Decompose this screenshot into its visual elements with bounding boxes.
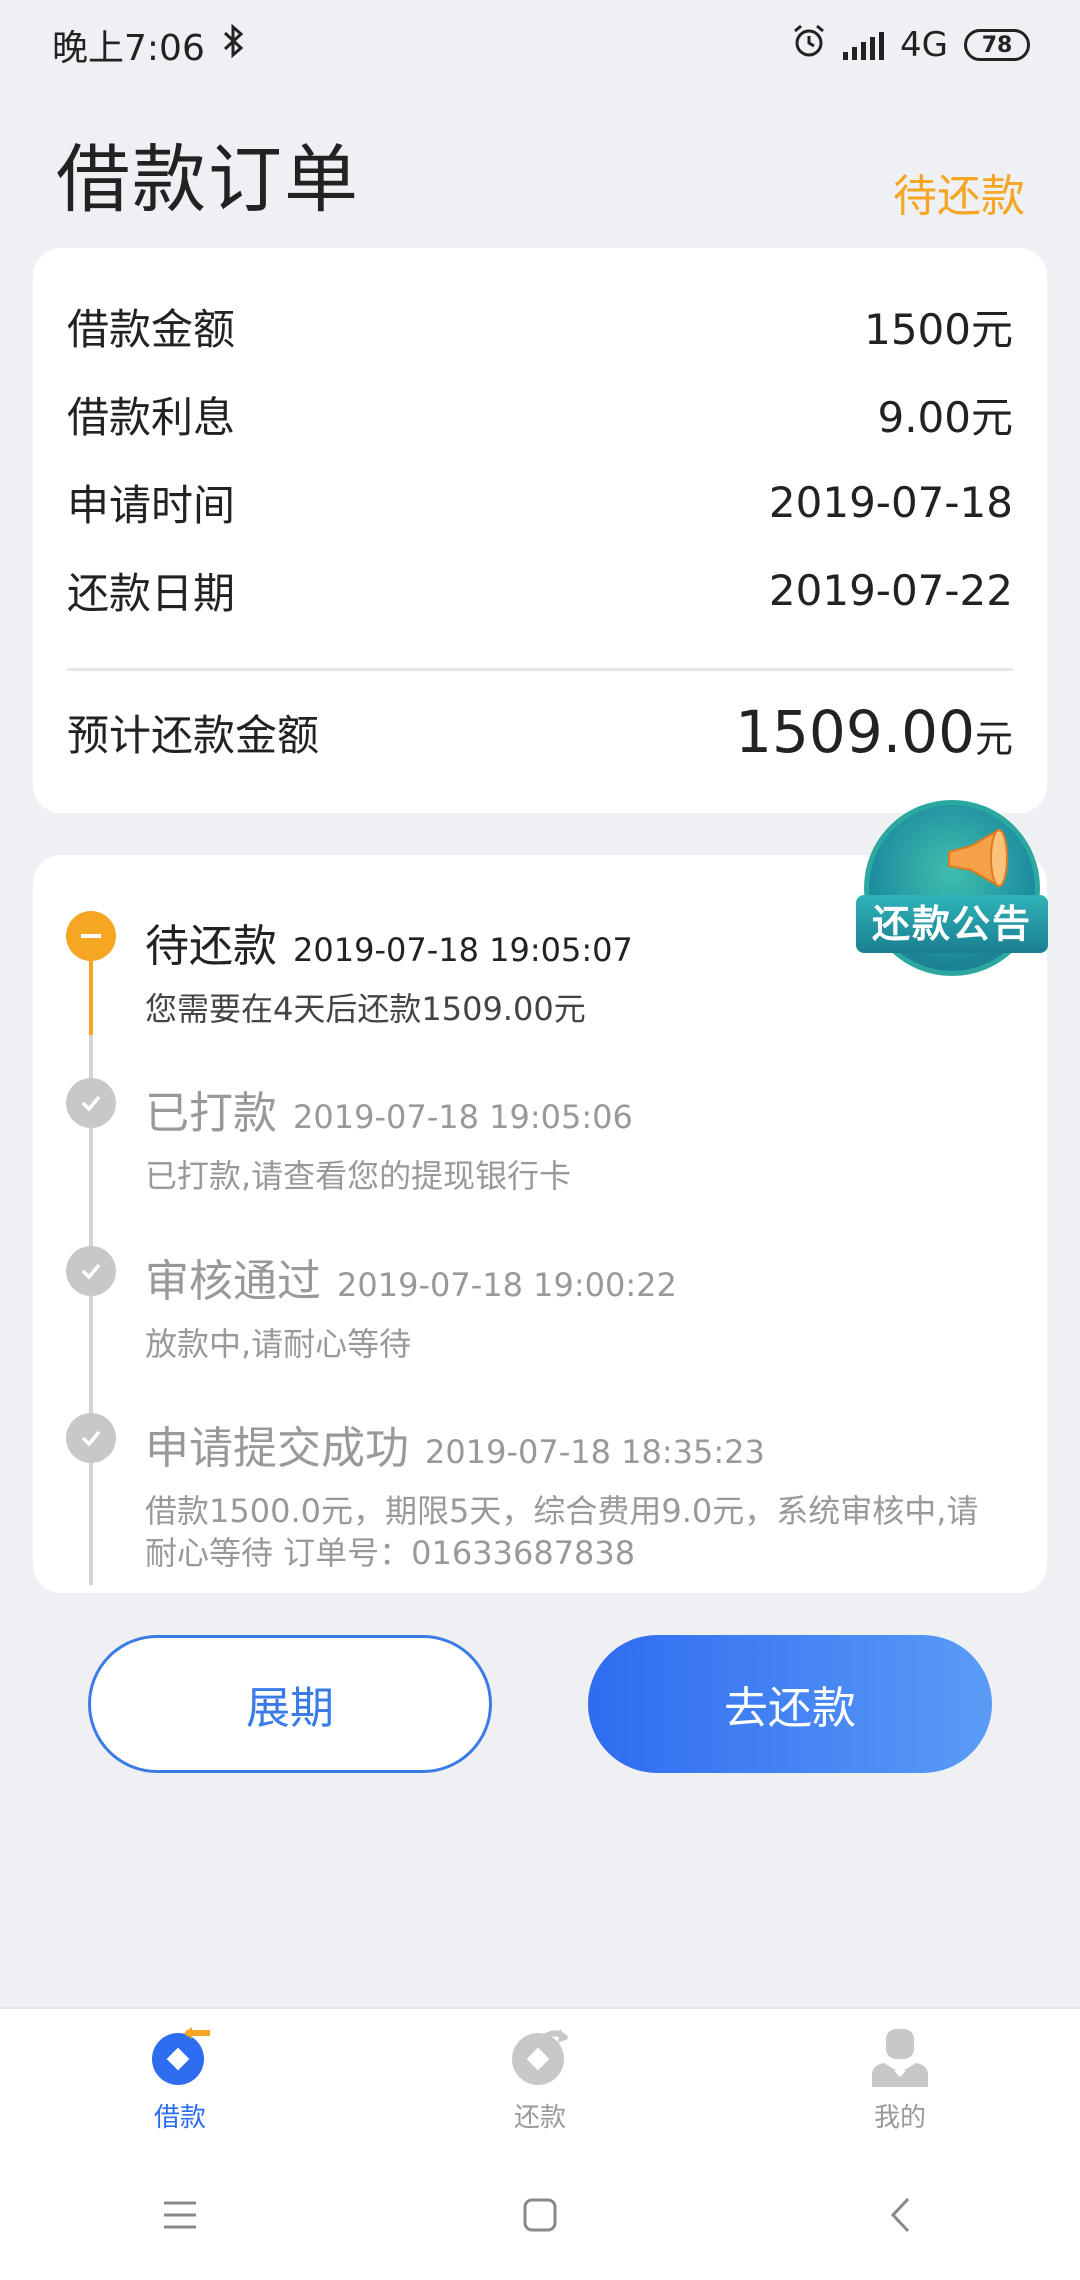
pending-dot-icon	[66, 911, 116, 961]
total-label: 预计还款金额	[67, 710, 320, 760]
timeline-item: 审核通过 2019-07-18 19:00:22 放款中,请耐心等待	[145, 1245, 997, 1365]
repayment-announcement-badge[interactable]: 还款公告	[856, 800, 1048, 976]
summary-row-interest: 借款利息 9.00元	[67, 384, 1013, 445]
timeline-time: 2019-07-18 19:00:22	[337, 1266, 677, 1304]
timeline-title: 审核通过	[145, 1256, 321, 1307]
system-nav-bar	[0, 2150, 1080, 2280]
network-type: 4G	[900, 25, 948, 65]
home-icon[interactable]	[360, 2197, 720, 2233]
summary-value: 1500元	[864, 305, 1013, 354]
order-status-tag: 待还款	[893, 171, 1025, 222]
status-left: 晚上7:06	[52, 19, 245, 71]
megaphone-icon	[948, 828, 1008, 888]
total-value: 1509.00	[735, 698, 975, 766]
summary-row-due-date: 还款日期 2019-07-22	[67, 560, 1013, 621]
timeline-title: 待还款	[145, 921, 277, 972]
timeline-head: 审核通过 2019-07-18 19:00:22	[145, 1245, 997, 1309]
summary-row-apply-date: 申请时间 2019-07-18	[67, 472, 1013, 533]
timeline-title: 申请提交成功	[145, 1423, 409, 1474]
status-right: 4G 78	[791, 23, 1030, 68]
summary-divider	[67, 668, 1013, 671]
timeline-title: 已打款	[145, 1088, 277, 1139]
extend-button[interactable]: 展期	[88, 1635, 492, 1773]
battery-level: 78	[981, 32, 1013, 58]
timeline-time: 2019-07-18 18:35:23	[425, 1433, 765, 1471]
summary-value: 9.00元	[877, 393, 1013, 442]
loan-icon	[152, 2027, 210, 2085]
status-time: 晚上7:06	[52, 28, 205, 69]
bluetooth-icon	[223, 23, 245, 67]
bottom-nav: 借款 还款 我的	[0, 2007, 1080, 2150]
summary-label: 还款日期	[67, 569, 236, 618]
summary-label: 借款利息	[67, 393, 236, 442]
check-icon	[66, 1413, 116, 1463]
timeline-desc: 已打款,请查看您的提现银行卡	[145, 1157, 572, 1195]
nav-item-repay[interactable]: 还款	[360, 2009, 720, 2150]
summary-value: 2019-07-18	[768, 478, 1013, 527]
loan-summary-card: 借款金额 1500元 借款利息 9.00元 申请时间 2019-07-18 还款…	[33, 248, 1047, 813]
timeline-item: 已打款 2019-07-18 19:05:06 已打款,请查看您的提现银行卡	[145, 1077, 997, 1197]
nav-label: 借款	[153, 2103, 206, 2133]
menu-icon[interactable]	[0, 2198, 360, 2232]
timeline-time: 2019-07-18 19:05:06	[293, 1098, 633, 1136]
timeline-desc: 您需要在4天后还款1509.00元	[145, 990, 586, 1028]
nav-item-loan[interactable]: 借款	[0, 2009, 360, 2150]
summary-row-total: 预计还款金额 1509.00元	[67, 698, 1013, 766]
timeline-desc: 放款中,请耐心等待	[145, 1325, 412, 1363]
check-icon	[66, 1246, 116, 1296]
total-unit: 元	[974, 717, 1013, 761]
nav-label: 还款	[513, 2103, 566, 2133]
summary-row-amount: 借款金额 1500元	[67, 296, 1013, 357]
battery-icon: 78	[964, 29, 1030, 61]
summary-label: 借款金额	[67, 305, 236, 354]
check-icon	[66, 1078, 116, 1128]
nav-item-profile[interactable]: 我的	[720, 2009, 1080, 2150]
status-bar: 晚上7:06 4G 78	[0, 0, 1080, 90]
summary-label: 申请时间	[67, 481, 236, 530]
summary-value: 2019-07-22	[768, 566, 1013, 615]
nav-label: 我的	[873, 2103, 926, 2133]
total-amount: 1509.00元	[735, 698, 1013, 766]
back-icon[interactable]	[720, 2196, 1080, 2234]
timeline-time: 2019-07-18 19:05:07	[293, 931, 633, 969]
timeline-head: 已打款 2019-07-18 19:05:06	[145, 1077, 997, 1141]
signal-icon	[843, 30, 885, 60]
profile-icon	[872, 2029, 928, 2087]
timeline-desc: 借款1500.0元，期限5天，综合费用9.0元，系统审核中,请耐心等待 订单号：…	[145, 1492, 979, 1572]
timeline-head: 申请提交成功 2019-07-18 18:35:23	[145, 1412, 997, 1476]
timeline-item: 申请提交成功 2019-07-18 18:35:23 借款1500.0元，期限5…	[145, 1412, 997, 1574]
repay-button[interactable]: 去还款	[588, 1635, 992, 1773]
page-title: 借款订单	[56, 137, 360, 223]
repay-icon	[512, 2029, 569, 2085]
announcement-label: 还款公告	[856, 895, 1048, 953]
alarm-icon	[791, 23, 827, 68]
